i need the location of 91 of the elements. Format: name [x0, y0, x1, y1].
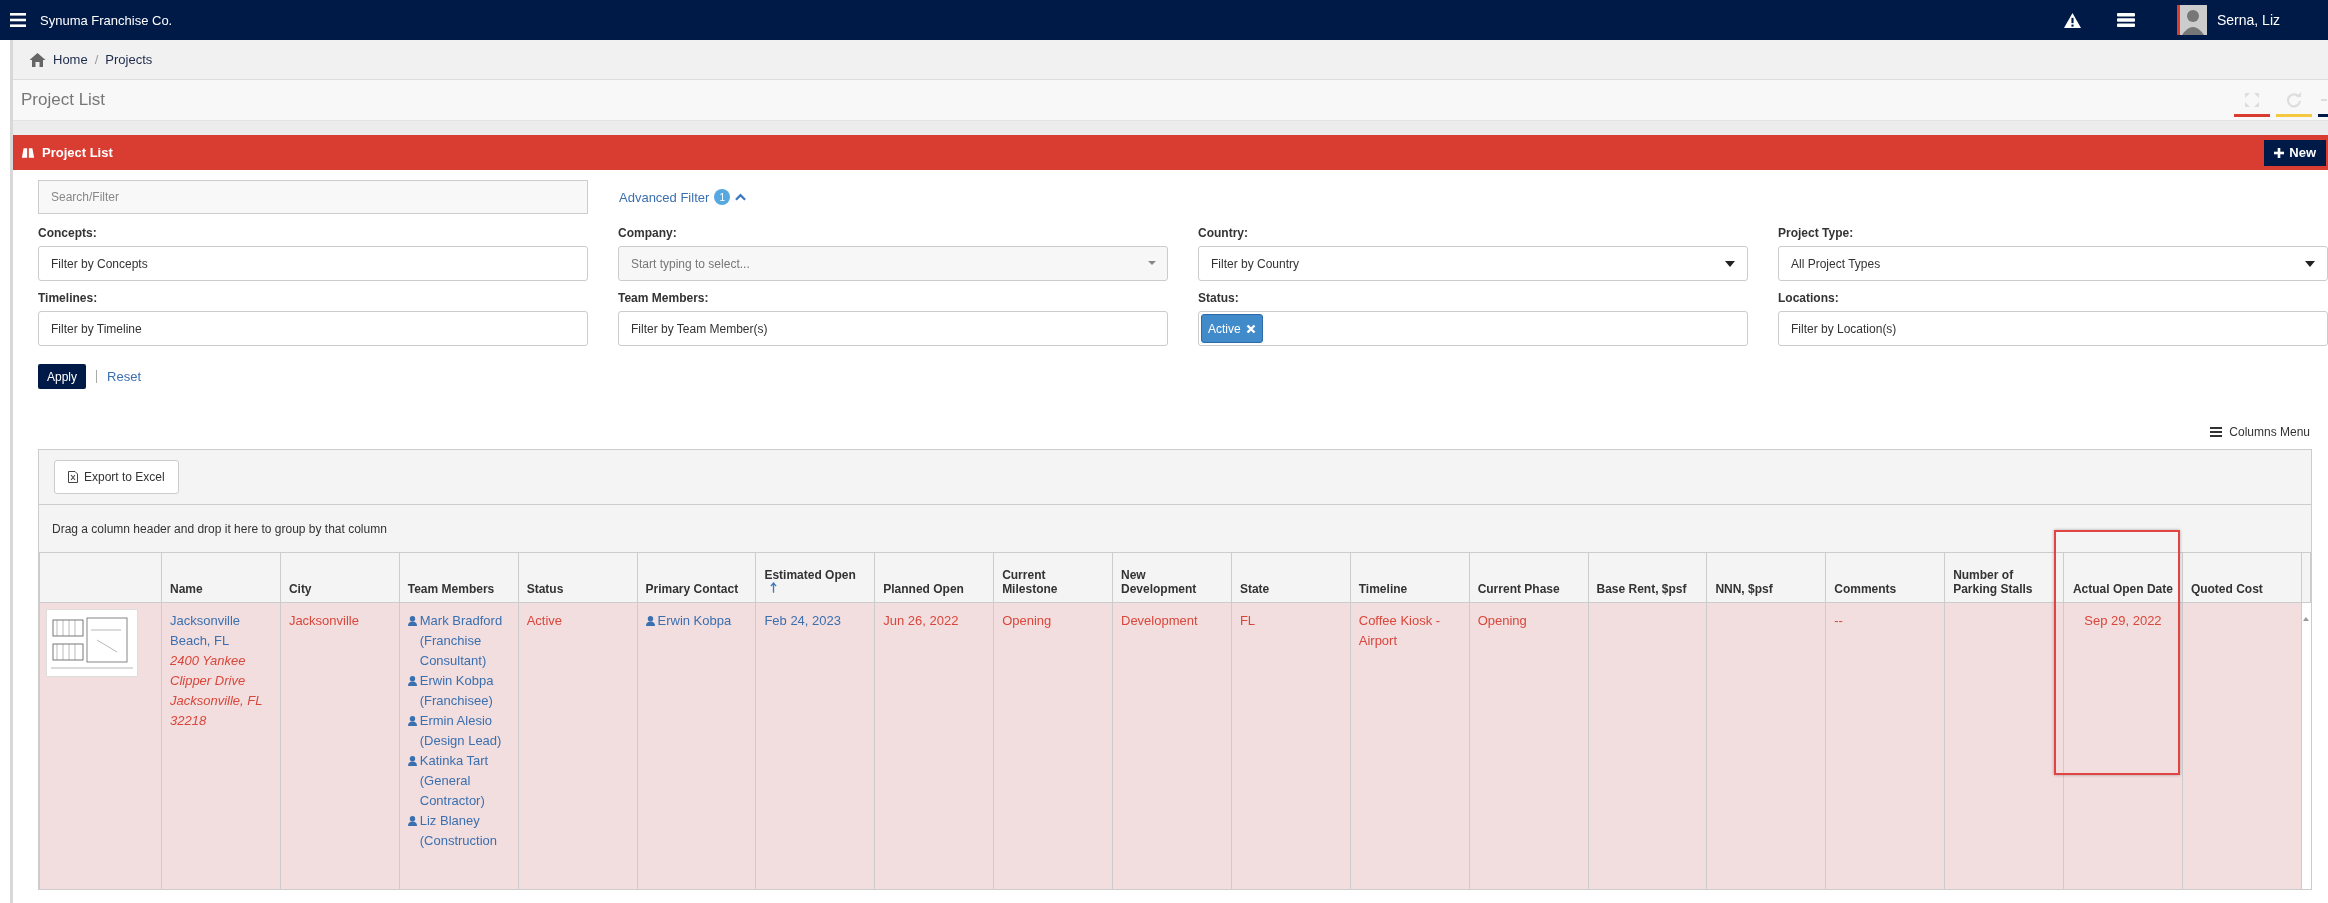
- person-link[interactable]: Mark Bradford (Franchise Consultant): [419, 611, 510, 671]
- column-header[interactable]: Status: [518, 552, 637, 603]
- filter-label: Company:: [618, 226, 678, 240]
- filter-field[interactable]: Filter by Concepts: [38, 246, 588, 281]
- filter-dropdown[interactable]: Filter by Country: [1198, 246, 1748, 281]
- filter-label: Concepts:: [38, 226, 98, 240]
- column-header[interactable]: Quoted Cost: [2182, 552, 2302, 603]
- column-header[interactable]: Estimated Open: [755, 552, 875, 603]
- menu-icon[interactable]: [10, 13, 26, 27]
- filter-label: Project Type:: [1778, 226, 1855, 240]
- filter-label: Country:: [1198, 226, 1249, 240]
- cell-text: Sep 29, 2022: [2084, 613, 2162, 628]
- search-field[interactable]: Search/Filter: [38, 180, 588, 214]
- person-link[interactable]: Ermin Alesio (Design Lead): [419, 711, 510, 751]
- column-header[interactable]: Team Members: [399, 552, 519, 603]
- company-combobox[interactable]: Start typing to select...: [618, 246, 1168, 281]
- export-button[interactable]: Export to Excel: [54, 460, 179, 494]
- panel-title: Project List: [42, 145, 113, 160]
- column-header[interactable]: New Development: [1112, 552, 1232, 603]
- column-header[interactable]: Current Phase: [1469, 552, 1588, 603]
- columns-menu-button[interactable]: Columns Menu: [2210, 425, 2310, 439]
- breadcrumb-link[interactable]: Home: [53, 52, 88, 67]
- column-header[interactable]: Current Milestone: [993, 552, 1113, 603]
- person-link[interactable]: Erwin Kobpa (Franchisee): [419, 671, 510, 711]
- person-link[interactable]: Katinka Tart (General Contractor): [419, 751, 510, 811]
- filter-label: Timelines:: [38, 291, 99, 305]
- person-icon: [407, 816, 417, 826]
- home-icon[interactable]: [29, 52, 46, 67]
- cell-text: Opening: [1002, 613, 1052, 628]
- column-header[interactable]: Timeline: [1350, 552, 1470, 603]
- cell-text: --: [1834, 613, 1843, 628]
- person-icon: [407, 676, 417, 686]
- cell-text: Jun 26, 2022: [883, 613, 959, 628]
- server-icon[interactable]: [2116, 13, 2135, 27]
- breadcrumb-separator: /: [94, 52, 99, 67]
- floor-plan-thumbnail[interactable]: [46, 609, 138, 677]
- new-button[interactable]: New: [2264, 139, 2326, 166]
- apply-button[interactable]: Apply: [38, 364, 87, 389]
- filter-field[interactable]: Filter by Timeline: [38, 311, 588, 346]
- status-tag-field[interactable]: Active: [1198, 311, 1748, 346]
- scroll-up-icon[interactable]: [2303, 617, 2309, 621]
- cell-text: Development: [1121, 613, 1198, 628]
- person-link[interactable]: Erwin Kobpa: [657, 611, 732, 631]
- project-name-link[interactable]: Jacksonville Beach, FL: [170, 611, 272, 651]
- advanced-filter-link[interactable]: Advanced Filter: [619, 189, 710, 205]
- column-header[interactable]: NNN, $psf: [1706, 552, 1826, 603]
- breadcrumb-link[interactable]: Projects: [105, 52, 153, 67]
- person-icon: [407, 716, 417, 726]
- menu-icon[interactable]: [2210, 427, 2223, 437]
- cell-text: FL: [1239, 613, 1256, 628]
- column-header[interactable]: Actual Open Date: [2063, 552, 2183, 603]
- cell-text: Active: [526, 613, 563, 628]
- binoculars-icon: [21, 147, 35, 158]
- remove-icon[interactable]: [1245, 323, 1256, 334]
- caret-icon[interactable]: [2305, 260, 2315, 267]
- person-icon: [645, 616, 655, 626]
- caret-icon[interactable]: [1725, 260, 1735, 267]
- excel-file-icon[interactable]: [68, 471, 78, 483]
- filter-field[interactable]: Filter by Team Member(s): [618, 311, 1168, 346]
- cell-link[interactable]: Feb 24, 2023: [764, 613, 841, 628]
- page-title: Project List: [21, 90, 106, 110]
- person-icon: [407, 616, 417, 626]
- cell-text: Coffee Kiosk - Airport: [1358, 613, 1441, 648]
- filter-field[interactable]: Filter by Location(s): [1778, 311, 2328, 346]
- group-by-area: Drag a column header and drop it here to group by that column: [39, 505, 2311, 552]
- sort-arrow-icon[interactable]: [770, 582, 778, 593]
- column-header[interactable]: Number of Parking Stalls: [1944, 552, 2064, 603]
- column-header[interactable]: Planned Open: [874, 552, 994, 603]
- filter-label: Team Members:: [618, 291, 710, 305]
- column-header[interactable]: City: [280, 552, 400, 603]
- status-tag[interactable]: Active: [1201, 314, 1263, 343]
- filter-label: Status:: [1198, 291, 1240, 305]
- column-header[interactable]: Base Rent, $psf: [1588, 552, 1707, 603]
- column-header[interactable]: Comments: [1825, 552, 1945, 603]
- column-header[interactable]: Primary Contact: [637, 552, 756, 603]
- filter-dropdown[interactable]: All Project Types: [1778, 246, 2328, 281]
- column-header[interactable]: Name: [161, 552, 281, 603]
- chevron-icon[interactable]: [735, 193, 747, 201]
- person-link[interactable]: Liz Blaney (Construction: [419, 811, 510, 851]
- cell-text: Opening: [1477, 613, 1527, 628]
- address-text: 2400 Yankee Clipper Drive Jacksonville, FL 32218: [170, 652, 264, 730]
- warning-icon[interactable]: [2063, 12, 2081, 28]
- person-icon: [407, 756, 417, 766]
- avatar-icon[interactable]: [2176, 5, 2207, 35]
- filter-count-badge: 1: [714, 189, 731, 205]
- cell-text: Jacksonville: [288, 613, 359, 628]
- reset-link[interactable]: Reset: [107, 369, 141, 384]
- filter-label: Locations:: [1778, 291, 1840, 305]
- user-name[interactable]: Serna, Liz: [2216, 12, 2280, 28]
- app-title: Synuma Franchise Co.: [40, 12, 173, 28]
- column-header[interactable]: State: [1231, 552, 1351, 603]
